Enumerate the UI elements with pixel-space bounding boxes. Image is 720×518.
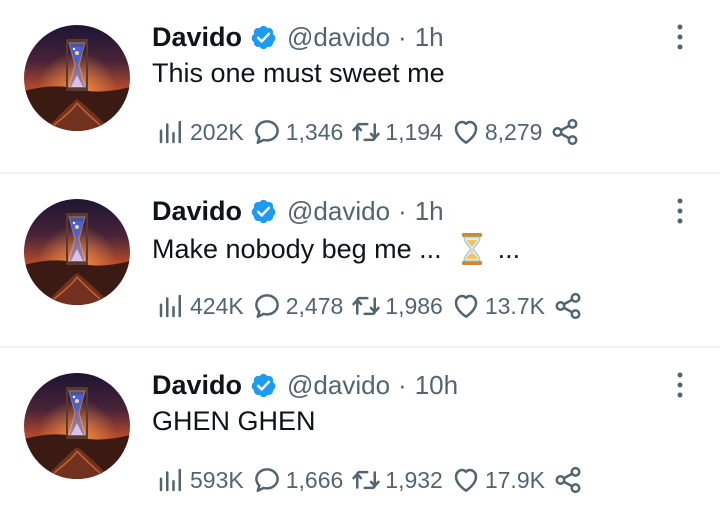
timestamp[interactable]: 1h: [415, 22, 444, 53]
tweet-actions: 202K 1,346 1,194 8,279: [156, 114, 592, 150]
reply-button[interactable]: 1,346: [252, 117, 344, 147]
retweet-icon: [351, 291, 381, 321]
separator-dot: ·: [398, 369, 407, 400]
like-count: 13.7K: [484, 292, 545, 319]
retweet-count: 1,194: [385, 118, 443, 145]
views-button[interactable]: 424K: [156, 291, 244, 321]
author-name[interactable]: Davido: [152, 196, 242, 227]
tweet-text-trailing: ...: [497, 233, 521, 264]
like-icon: [451, 117, 481, 147]
author-name[interactable]: Davido: [152, 22, 242, 53]
views-icon: [156, 117, 186, 147]
retweet-button[interactable]: 1,986: [351, 291, 443, 321]
reply-count: 1,346: [285, 118, 344, 145]
avatar[interactable]: [24, 373, 130, 479]
reply-count: 1,666: [285, 466, 344, 493]
reply-icon: [252, 465, 282, 495]
retweet-icon: [351, 117, 381, 147]
more-icon[interactable]: [672, 370, 688, 400]
retweet-count: 1,986: [385, 292, 443, 319]
author-name[interactable]: Davido: [152, 370, 242, 401]
reply-icon: [252, 291, 282, 321]
avatar[interactable]: [24, 199, 130, 305]
separator-dot: ·: [398, 21, 407, 52]
retweet-button[interactable]: 1,194: [351, 117, 443, 147]
share-icon: [553, 465, 583, 495]
tweet-actions: 424K 2,478 1,986 13.7K: [156, 288, 595, 324]
tweet[interactable]: Davido @davido · 1h Make nobody beg me .…: [0, 174, 720, 346]
like-button[interactable]: 17.9K: [451, 465, 545, 495]
reply-icon: [252, 117, 282, 147]
tweet-text: This one must sweet me: [152, 58, 445, 89]
timestamp[interactable]: 10h: [415, 370, 458, 401]
retweet-button[interactable]: 1,932: [351, 465, 443, 495]
tweet[interactable]: Davido @davido · 1h This one must sweet …: [0, 0, 720, 172]
like-button[interactable]: 13.7K: [451, 291, 545, 321]
like-button[interactable]: 8,279: [451, 117, 543, 147]
tweet-actions: 593K 1,666 1,932 17.9K: [156, 462, 595, 498]
verified-badge-icon: [250, 198, 277, 225]
verified-badge-icon: [250, 372, 277, 399]
views-count: 202K: [190, 118, 244, 145]
share-button[interactable]: [553, 291, 587, 321]
hourglass-icon: [460, 232, 484, 266]
tweet[interactable]: Davido @davido · 10h GHEN GHEN 593K 1,66…: [0, 348, 720, 518]
separator-dot: ·: [398, 195, 407, 226]
more-icon[interactable]: [672, 22, 688, 52]
like-icon: [451, 291, 481, 321]
tweet-text: GHEN GHEN: [152, 406, 316, 437]
avatar-image: [24, 25, 130, 131]
views-icon: [156, 291, 186, 321]
avatar[interactable]: [24, 25, 130, 131]
verified-badge-icon: [250, 24, 277, 51]
views-button[interactable]: 593K: [156, 465, 244, 495]
tweet-text-content: GHEN GHEN: [152, 406, 316, 436]
reply-count: 2,478: [285, 292, 344, 319]
tweet-text: Make nobody beg me ... ...: [152, 232, 520, 266]
share-icon: [550, 117, 580, 147]
avatar-image: [24, 373, 130, 479]
tweet-header: Davido @davido · 1h: [152, 194, 444, 228]
tweet-header: Davido @davido · 1h: [152, 20, 444, 54]
like-icon: [451, 465, 481, 495]
views-count: 424K: [190, 292, 244, 319]
retweet-count: 1,932: [385, 466, 443, 493]
views-button[interactable]: 202K: [156, 117, 244, 147]
share-button[interactable]: [553, 465, 587, 495]
tweet-text-content: Make nobody beg me ...: [152, 233, 442, 264]
author-handle[interactable]: @davido: [287, 22, 390, 53]
reply-button[interactable]: 2,478: [252, 291, 344, 321]
tweet-text-content: This one must sweet me: [152, 58, 445, 88]
reply-button[interactable]: 1,666: [252, 465, 344, 495]
avatar-image: [24, 199, 130, 305]
more-icon[interactable]: [672, 196, 688, 226]
author-handle[interactable]: @davido: [287, 196, 390, 227]
share-button[interactable]: [550, 117, 584, 147]
like-count: 8,279: [484, 118, 543, 145]
views-count: 593K: [190, 466, 244, 493]
timestamp[interactable]: 1h: [415, 196, 444, 227]
author-handle[interactable]: @davido: [287, 370, 390, 401]
tweet-header: Davido @davido · 10h: [152, 368, 458, 402]
share-icon: [553, 291, 583, 321]
retweet-icon: [351, 465, 381, 495]
views-icon: [156, 465, 186, 495]
like-count: 17.9K: [484, 466, 545, 493]
